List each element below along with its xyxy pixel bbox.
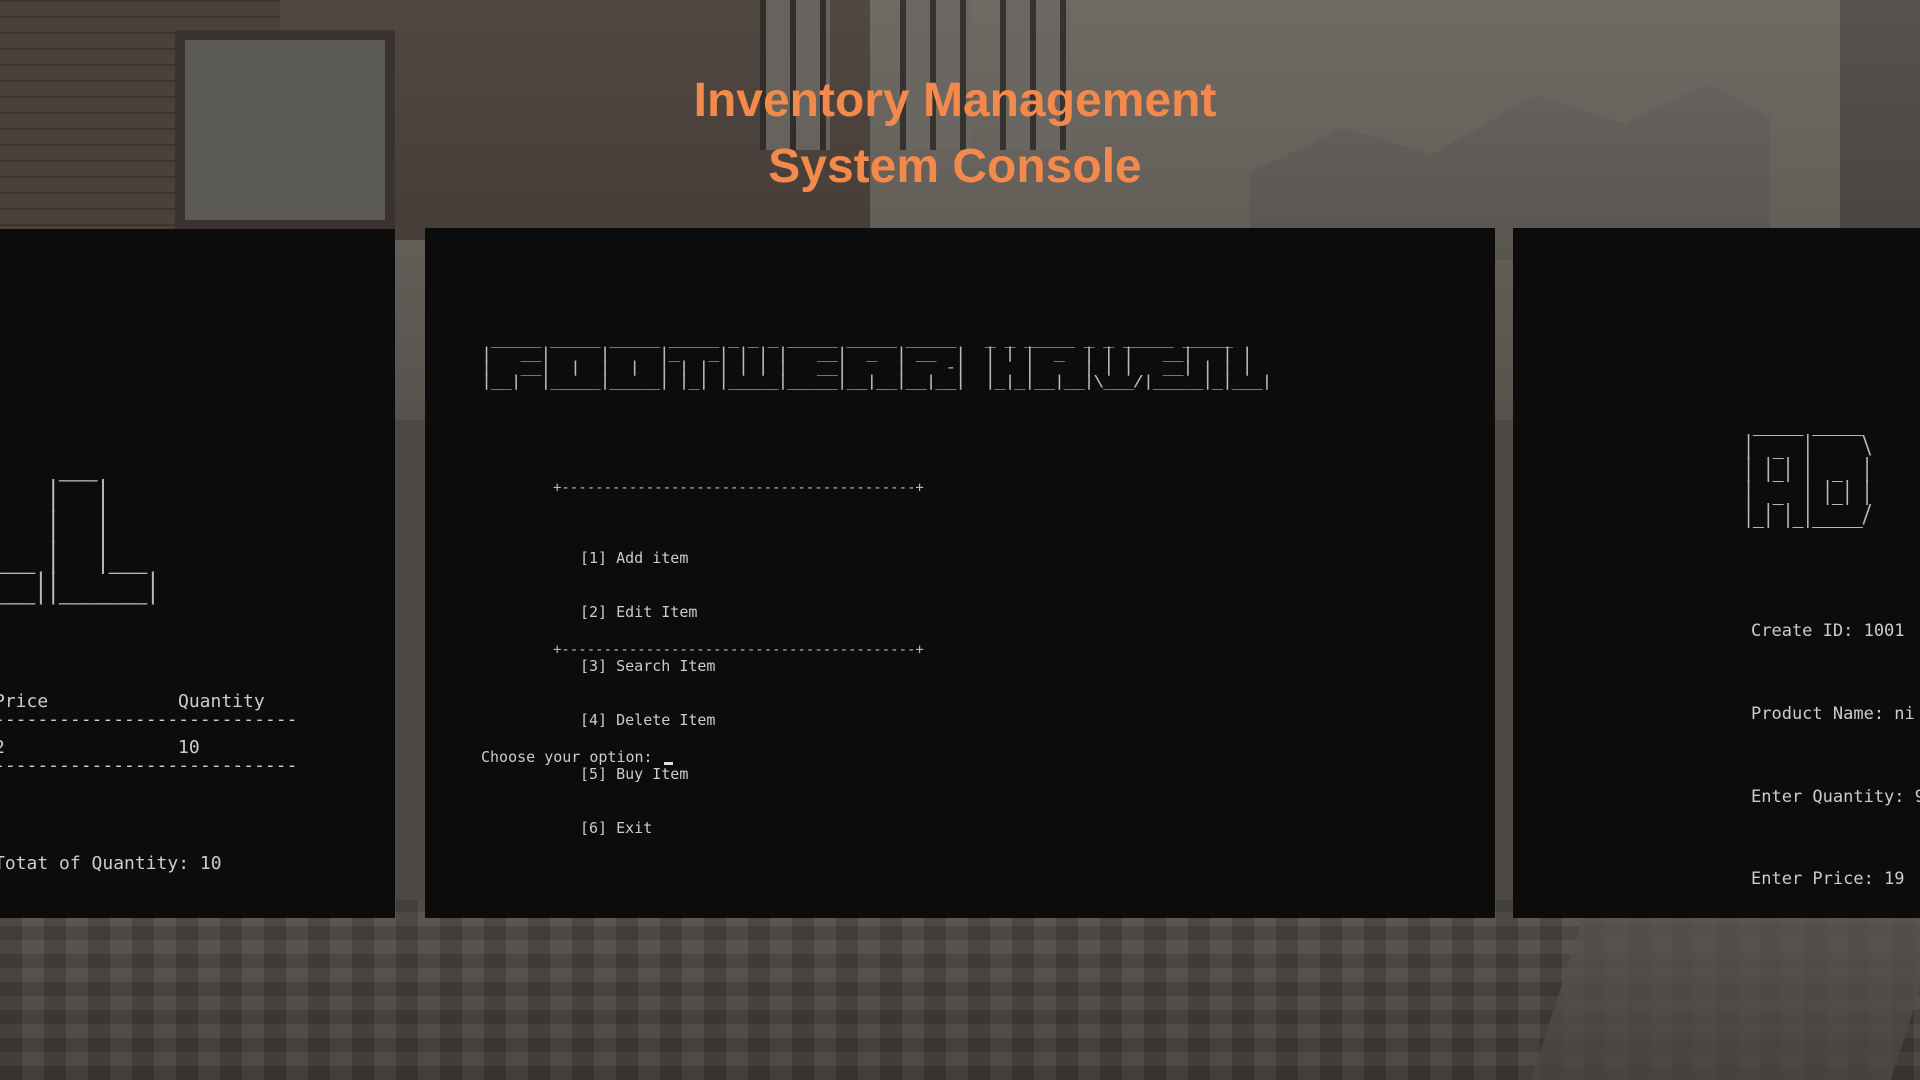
menu-item-buy-item: [5] Buy Item (580, 765, 689, 783)
menu-item-delete-item: [4] Delete Item (580, 711, 716, 729)
page-title-line-1: Inventory Management (693, 74, 1217, 127)
menu-item-exit: [6] Exit (580, 819, 653, 837)
add-item-console-panel: _____ _____ | _ | \ | |_| | _ | | _ | |_… (1513, 228, 1920, 918)
total-quantity-text: Totat of Quantity: 10 (0, 853, 222, 874)
enter-quantity-line: Enter Quantity: 9 (1751, 787, 1920, 807)
table-rule-bottom: ---------------------------- (0, 755, 298, 776)
cart-console-panel: ___ ___ ___ | || | | | | || | | | | || |… (0, 229, 395, 918)
option-prompt[interactable]: Choose your option: (481, 748, 673, 766)
page-title: Inventory Management System Console (610, 68, 1300, 200)
ascii-banner-right: _____ _____ | _ | \ | |_| | _ | | _ | |_… (1743, 406, 1873, 529)
main-menu-console-panel: _____ _____ _____ _____ _ _ _ _____ ____… (425, 228, 1495, 918)
table-rule-top: ---------------------------- (0, 709, 298, 730)
page-title-line-2: System Console (768, 140, 1142, 193)
enter-price-line: Enter Price: 19 (1751, 869, 1905, 889)
ascii-banner-footwear-haven: _____ _____ _____ _____ _ _ _ _____ ____… (481, 330, 1272, 390)
menu-item-add-item: [1] Add item (580, 549, 689, 567)
product-name-line: Product Name: ni (1751, 704, 1915, 724)
menu-border-bottom: +---------------------------------------… (553, 642, 924, 658)
menu-border-top: +---------------------------------------… (553, 480, 924, 496)
main-menu: [1] Add item [2] Edit Item [3] Search It… (580, 513, 715, 873)
menu-item-search-item: [3] Search Item (580, 657, 716, 675)
create-id-line: Create ID: 1001 (1751, 621, 1905, 641)
ascii-banner-left: ___ ___ ___ | || | | | | || | | | | || |… (0, 442, 160, 606)
text-cursor (663, 762, 673, 765)
menu-item-edit-item: [2] Edit Item (580, 603, 698, 621)
option-prompt-label: Choose your option: (481, 748, 662, 766)
